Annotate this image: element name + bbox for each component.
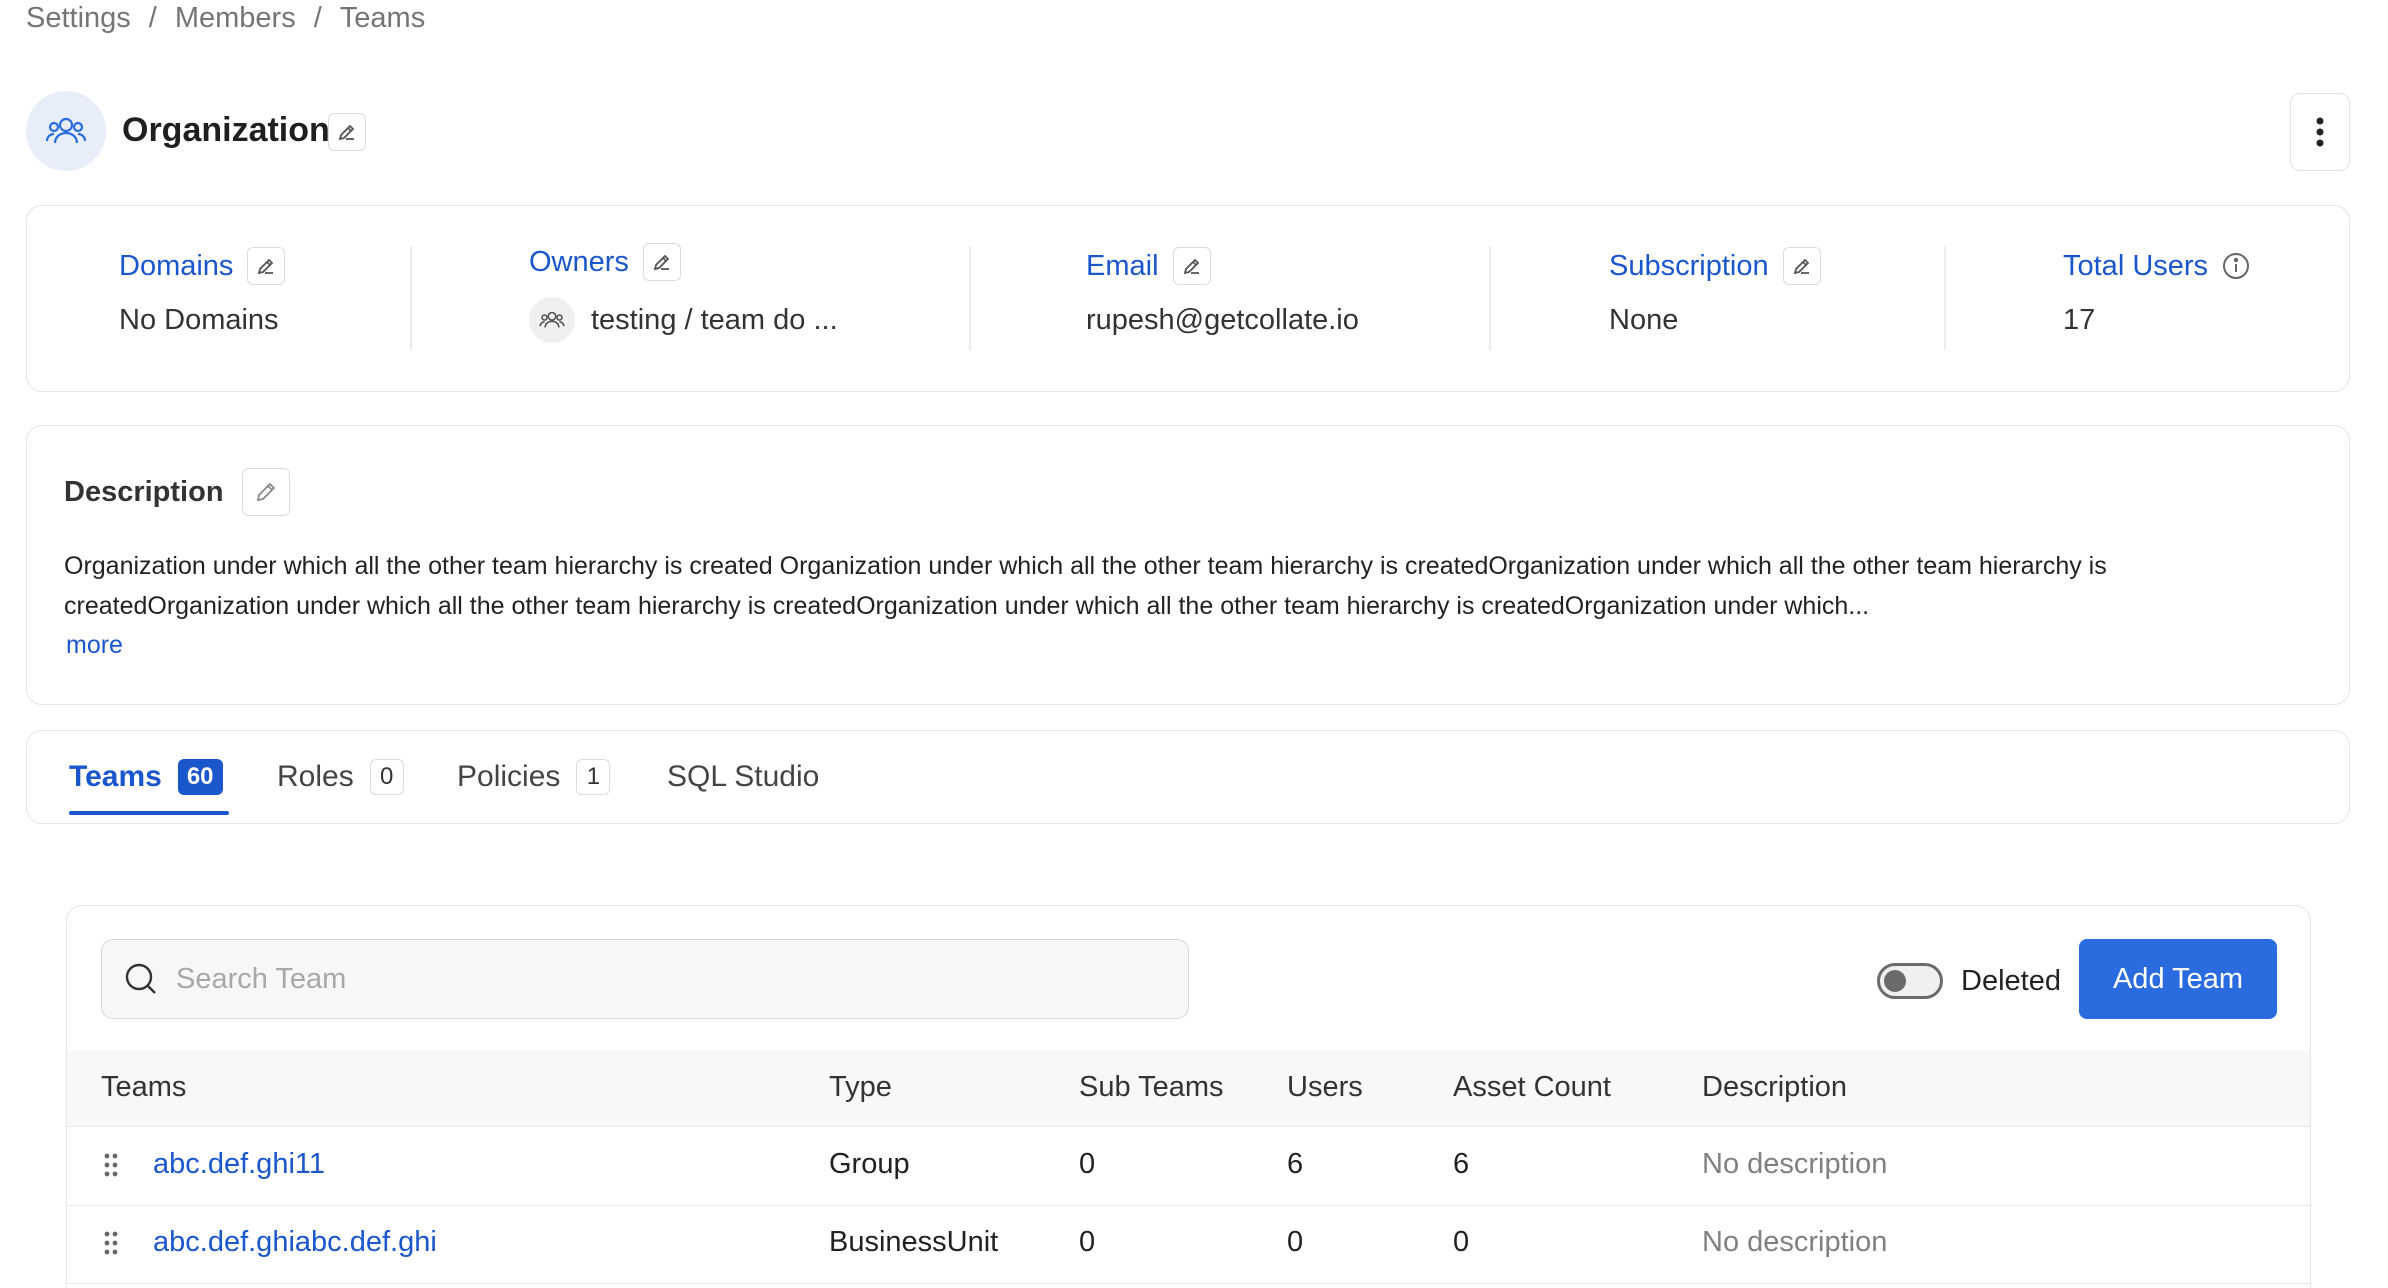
tabs-bar: Teams 60 Roles 0 Policies 1 SQL Studio bbox=[26, 730, 2350, 824]
column-header-description: Description bbox=[1702, 1071, 1848, 1103]
total-users-section: Total Users 17 bbox=[2063, 246, 2250, 340]
breadcrumb-settings[interactable]: Settings bbox=[26, 2, 131, 35]
team-description: No description bbox=[1702, 1148, 1888, 1180]
column-header-type: Type bbox=[829, 1071, 892, 1103]
domains-label: Domains bbox=[119, 249, 234, 282]
edit-description-button[interactable] bbox=[241, 468, 290, 516]
team-description: No description bbox=[1702, 1226, 1888, 1258]
info-card: Domains No Domains Owners testing / team… bbox=[26, 205, 2350, 392]
column-header-teams: Teams bbox=[101, 1071, 187, 1103]
deleted-label: Deleted bbox=[1961, 964, 2061, 997]
pencil-icon bbox=[653, 254, 670, 271]
tab-count-badge: 1 bbox=[576, 759, 611, 795]
tab-count-badge: 60 bbox=[177, 759, 223, 795]
tab-sql-studio[interactable]: SQL Studio bbox=[667, 757, 819, 797]
search-icon bbox=[125, 963, 156, 994]
tab-teams[interactable]: Teams 60 bbox=[69, 757, 223, 797]
search-input[interactable] bbox=[176, 962, 1136, 996]
tab-label: Teams bbox=[69, 760, 162, 793]
column-header-users: Users bbox=[1287, 1071, 1363, 1103]
toggle-knob bbox=[1884, 970, 1906, 992]
owners-section: Owners testing / team do ... bbox=[529, 242, 838, 343]
owner-link[interactable]: testing / team do ... bbox=[591, 304, 838, 337]
email-section: Email rupesh@getcollate.io bbox=[1086, 246, 1359, 340]
edit-email-button[interactable] bbox=[1172, 247, 1211, 285]
edit-owners-button[interactable] bbox=[642, 243, 681, 281]
description-header: Description bbox=[64, 468, 290, 516]
table-row[interactable]: abc.def.ghiabc.def.ghi BusinessUnit 0 0 … bbox=[67, 1206, 2310, 1284]
tab-count-badge: 0 bbox=[369, 759, 404, 795]
divider bbox=[1944, 246, 1946, 350]
team-asset-count: 6 bbox=[1453, 1148, 1470, 1180]
tab-policies[interactable]: Policies 1 bbox=[457, 757, 611, 797]
email-label: Email bbox=[1086, 249, 1159, 282]
divider bbox=[410, 246, 412, 350]
add-team-button[interactable]: Add Team bbox=[2079, 939, 2277, 1019]
search-field[interactable] bbox=[101, 939, 1189, 1019]
team-name-link[interactable]: abc.def.ghi11 bbox=[153, 1148, 325, 1181]
breadcrumb-separator: / bbox=[313, 1, 322, 34]
tab-roles[interactable]: Roles 0 bbox=[277, 757, 404, 797]
breadcrumb-members[interactable]: Members bbox=[175, 2, 296, 35]
team-avatar bbox=[26, 91, 106, 171]
divider bbox=[969, 246, 971, 350]
description-title: Description bbox=[64, 475, 224, 508]
subscription-label: Subscription bbox=[1609, 249, 1769, 282]
team-name-link[interactable]: abc.def.ghiabc.def.ghi bbox=[153, 1226, 437, 1259]
description-card: Description Organization under which all… bbox=[26, 425, 2350, 705]
column-header-asset-count: Asset Count bbox=[1453, 1071, 1611, 1103]
owners-label: Owners bbox=[529, 245, 629, 278]
edit-title-button[interactable] bbox=[328, 113, 366, 151]
pencil-icon bbox=[1793, 258, 1809, 275]
divider bbox=[1489, 246, 1491, 350]
team-sub-teams: 0 bbox=[1079, 1226, 1096, 1258]
tab-label: Policies bbox=[457, 760, 561, 793]
edit-domains-button[interactable] bbox=[247, 247, 286, 285]
kebab-menu-icon bbox=[2316, 117, 2324, 147]
owner-team-icon bbox=[529, 297, 575, 343]
subscription-section: Subscription None bbox=[1609, 246, 1821, 340]
team-users: 6 bbox=[1287, 1148, 1304, 1180]
breadcrumb-separator: / bbox=[148, 1, 157, 34]
table-header: Teams Type Sub Teams Users Asset Count D… bbox=[67, 1051, 2310, 1127]
page-header: Organization bbox=[26, 91, 2350, 173]
domains-section: Domains No Domains bbox=[119, 246, 286, 340]
edit-subscription-button[interactable] bbox=[1782, 247, 1821, 285]
active-tab-indicator bbox=[69, 811, 229, 815]
drag-handle-icon[interactable] bbox=[103, 1152, 119, 1183]
column-header-sub-teams: Sub Teams bbox=[1079, 1071, 1224, 1103]
users-icon bbox=[46, 117, 86, 144]
table-row[interactable]: abc.def.ghi11 Group 0 6 6 No description bbox=[67, 1128, 2310, 1206]
description-text: Organization under which all the other t… bbox=[64, 552, 2107, 620]
subscription-value: None bbox=[1609, 303, 1679, 336]
total-users-value: 17 bbox=[2063, 303, 2096, 336]
tab-label: Roles bbox=[277, 760, 354, 793]
pencil-icon bbox=[1183, 258, 1199, 275]
drag-handle-icon[interactable] bbox=[103, 1230, 119, 1261]
pencil-icon bbox=[338, 124, 355, 141]
more-options-button[interactable] bbox=[2290, 93, 2350, 171]
team-sub-teams: 0 bbox=[1079, 1148, 1096, 1180]
team-type: Group bbox=[829, 1148, 910, 1180]
tab-label: SQL Studio bbox=[667, 760, 820, 793]
team-type: BusinessUnit bbox=[829, 1226, 999, 1258]
email-value: rupesh@getcollate.io bbox=[1086, 303, 1359, 336]
total-users-label: Total Users bbox=[2063, 249, 2209, 282]
deleted-toggle[interactable] bbox=[1877, 963, 1943, 999]
domains-value: No Domains bbox=[119, 303, 279, 336]
teams-table-card: Deleted Add Team Teams Type Sub Teams Us… bbox=[66, 905, 2311, 1288]
breadcrumb-teams: Teams bbox=[339, 1, 426, 34]
page-title: Organization bbox=[122, 111, 330, 149]
breadcrumb: Settings / Members / Teams bbox=[26, 0, 425, 36]
team-asset-count: 0 bbox=[1453, 1226, 1470, 1258]
page: Settings / Members / Teams Organization bbox=[0, 0, 2388, 1288]
pencil-icon bbox=[256, 482, 275, 502]
team-users: 0 bbox=[1287, 1226, 1304, 1258]
pencil-icon bbox=[258, 258, 274, 275]
description-more-link[interactable]: more bbox=[66, 631, 123, 660]
info-icon[interactable] bbox=[2222, 252, 2250, 280]
